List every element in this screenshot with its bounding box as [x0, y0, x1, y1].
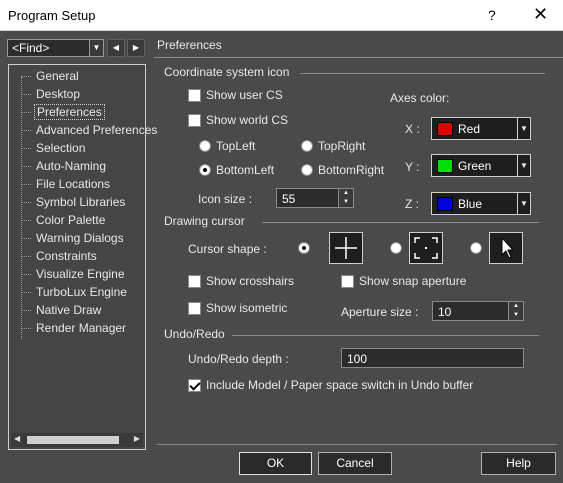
cursor-shape-arrow-radio[interactable] — [470, 242, 482, 254]
crosshair-icon — [335, 237, 357, 259]
pane-divider — [154, 57, 563, 58]
y-axis-label: Y : — [405, 160, 420, 174]
topright-label: TopRight — [318, 139, 366, 153]
x-color-name: Red — [458, 122, 481, 136]
topright-radio[interactable] — [301, 140, 313, 152]
tree-connector-line — [21, 77, 22, 339]
window-title: Program Setup — [8, 8, 96, 23]
undo-depth-label: Undo/Redo depth : — [188, 352, 289, 366]
aperture-preview[interactable] — [409, 232, 443, 264]
show-isometric-label: Show isometric — [206, 301, 288, 315]
z-axis-color-combo[interactable]: Blue ▼ — [431, 192, 531, 215]
scroll-left-icon[interactable]: ◀ — [14, 434, 20, 443]
show-snap-aperture-label: Show snap aperture — [359, 274, 467, 288]
chevron-down-icon[interactable]: ▼ — [517, 117, 531, 140]
cursor-group-divider — [262, 222, 539, 223]
x-axis-label: X : — [405, 122, 420, 136]
spin-up-icon[interactable]: ▲ — [513, 303, 519, 309]
topleft-label: TopLeft — [216, 139, 256, 153]
undo-group-divider — [232, 335, 539, 336]
undo-depth-value: 100 — [347, 352, 368, 366]
bottomright-radio[interactable] — [301, 164, 313, 176]
title-bar: Program Setup ? ✕ — [0, 0, 563, 31]
pane-title: Preferences — [157, 38, 222, 52]
cursor-shape-label: Cursor shape : — [188, 242, 267, 256]
arrow-pointer-preview[interactable] — [489, 232, 523, 264]
settings-tree[interactable]: General Desktop Preferences Advanced Pre… — [8, 64, 157, 450]
icon-size-value: 55 — [282, 192, 296, 206]
back-arrow-icon: ◀ — [112, 43, 120, 52]
show-isometric-checkbox[interactable] — [188, 302, 201, 315]
chevron-down-icon[interactable]: ▼ — [517, 154, 531, 177]
buttons-divider — [157, 444, 557, 445]
cancel-button[interactable]: Cancel — [318, 452, 392, 475]
y-color-swatch — [437, 159, 453, 173]
cursor-shape-crosshair-radio[interactable] — [298, 242, 310, 254]
z-color-name: Blue — [458, 197, 483, 211]
chevron-down-icon[interactable]: ▼ — [517, 192, 531, 215]
y-color-name: Green — [458, 159, 492, 173]
bottomright-label: BottomRight — [318, 163, 385, 177]
icon-size-stepper[interactable]: 55 ▲ ▼ — [276, 188, 354, 208]
coord-group-divider — [300, 73, 545, 74]
show-snap-aperture-checkbox[interactable] — [341, 275, 354, 288]
topleft-radio[interactable] — [199, 140, 211, 152]
arrow-pointer-icon — [501, 236, 515, 259]
bottomleft-radio[interactable] — [199, 164, 211, 176]
spin-down-icon[interactable]: ▼ — [513, 312, 519, 318]
spin-down-icon[interactable]: ▼ — [343, 199, 349, 205]
include-model-paper-checkbox[interactable] — [188, 379, 201, 392]
forward-arrow-icon: ▶ — [132, 43, 140, 52]
find-combo[interactable]: <Find> ▼ — [7, 39, 104, 57]
ok-button[interactable]: OK — [239, 452, 312, 475]
show-world-cs-checkbox[interactable] — [188, 114, 201, 127]
z-color-swatch — [437, 197, 453, 211]
cursor-group-label: Drawing cursor — [164, 214, 245, 228]
aperture-size-stepper[interactable]: 10 ▲ ▼ — [432, 301, 524, 321]
cursor-shape-aperture-radio[interactable] — [390, 242, 402, 254]
scroll-right-icon[interactable]: ▶ — [134, 434, 140, 443]
aperture-size-value: 10 — [438, 305, 452, 319]
spin-buttons[interactable]: ▲ ▼ — [338, 189, 353, 207]
back-button[interactable]: ◀ — [107, 39, 125, 57]
scrollbar-thumb[interactable] — [27, 436, 119, 444]
include-model-paper-label: Include Model / Paper space switch in Un… — [206, 378, 474, 392]
show-world-cs-label: Show world CS — [206, 113, 289, 127]
spin-up-icon[interactable]: ▲ — [343, 190, 349, 196]
chevron-down-icon[interactable]: ▼ — [89, 40, 103, 56]
help-button[interactable]: Help — [481, 452, 556, 475]
aperture-size-label: Aperture size : — [341, 305, 419, 319]
show-user-cs-checkbox[interactable] — [188, 89, 201, 102]
aperture-icon — [414, 237, 438, 259]
find-combo-value: <Find> — [12, 41, 50, 55]
tree-horizontal-scrollbar[interactable]: ◀ ▶ — [11, 433, 143, 447]
y-axis-color-combo[interactable]: Green ▼ — [431, 154, 531, 177]
crosshair-preview[interactable] — [329, 232, 363, 264]
forward-button[interactable]: ▶ — [127, 39, 145, 57]
x-color-swatch — [437, 122, 453, 136]
bottomleft-label: BottomLeft — [216, 163, 275, 177]
spin-buttons[interactable]: ▲ ▼ — [508, 302, 523, 320]
coord-group-label: Coordinate system icon — [164, 65, 290, 79]
show-crosshairs-label: Show crosshairs — [206, 274, 295, 288]
show-user-cs-label: Show user CS — [206, 88, 283, 102]
axes-color-label: Axes color: — [390, 91, 450, 105]
icon-size-label: Icon size : — [198, 192, 253, 206]
z-axis-label: Z : — [405, 197, 419, 211]
x-axis-color-combo[interactable]: Red ▼ — [431, 117, 531, 140]
show-crosshairs-checkbox[interactable] — [188, 275, 201, 288]
undo-depth-input[interactable]: 100 — [341, 348, 524, 368]
help-icon[interactable]: ? — [488, 7, 496, 23]
undo-group-label: Undo/Redo — [164, 327, 225, 341]
close-icon[interactable]: ✕ — [533, 4, 548, 25]
